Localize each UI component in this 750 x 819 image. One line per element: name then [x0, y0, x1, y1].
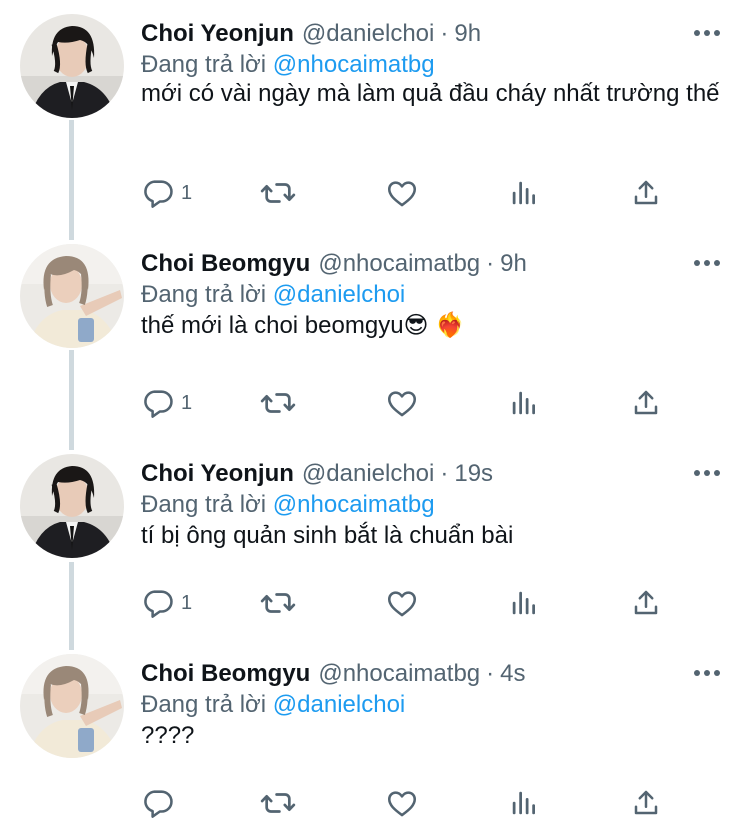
like-button[interactable] — [385, 176, 419, 210]
display-name[interactable]: Choi Beomgyu — [141, 250, 310, 278]
share-button[interactable] — [631, 386, 661, 420]
tweet-header: Choi Yeonjun @danielchoi · 19s — [141, 454, 493, 494]
avatar[interactable] — [20, 654, 124, 758]
tweet[interactable]: Choi Beomgyu @nhocaimatbg · 9h Đang trả … — [0, 244, 750, 434]
replying-prefix: Đang trả lời — [141, 691, 267, 718]
user-handle[interactable]: @danielchoi — [302, 20, 434, 48]
replying-prefix: Đang trả lời — [141, 51, 267, 78]
views-button[interactable] — [509, 586, 539, 620]
views-icon — [509, 388, 539, 418]
retweet-button[interactable] — [259, 786, 297, 819]
tweet[interactable]: Choi Yeonjun @danielchoi · 19s Đang trả … — [0, 454, 750, 644]
separator-dot: · — [486, 660, 495, 687]
views-button[interactable] — [509, 176, 539, 210]
replying-to: Đang trả lời @danielchoi — [141, 691, 405, 719]
reply-button[interactable] — [141, 786, 181, 819]
like-icon — [385, 176, 419, 210]
like-icon — [385, 786, 419, 819]
tweet-text: tí bị ông quản sinh bắt là chuẩn bài — [141, 522, 514, 549]
reply-count: 1 — [181, 181, 193, 204]
retweet-icon — [259, 586, 297, 620]
tweet[interactable]: Choi Beomgyu @nhocaimatbg · 4s Đang trả … — [0, 654, 750, 819]
reply-icon — [141, 586, 175, 620]
reply-icon — [141, 386, 175, 420]
share-icon — [631, 788, 661, 818]
separator-dot: · — [486, 250, 495, 277]
views-icon — [509, 178, 539, 208]
reply-count: 1 — [181, 591, 193, 614]
timestamp[interactable]: 9h — [454, 20, 481, 48]
tweet[interactable]: Choi Yeonjun @danielchoi · 9h Đang trả l… — [0, 14, 750, 208]
tweet-text: thế mới là choi beomgyu😎 ❤️‍🔥 — [141, 312, 466, 339]
replying-mention[interactable]: @nhocaimatbg — [273, 491, 435, 518]
display-name[interactable]: Choi Yeonjun — [141, 20, 294, 48]
user-handle[interactable]: @nhocaimatbg — [318, 250, 480, 278]
replying-mention[interactable]: @danielchoi — [273, 281, 405, 308]
display-name[interactable]: Choi Beomgyu — [141, 660, 310, 688]
retweet-icon — [259, 786, 297, 819]
reply-button[interactable]: 1 — [141, 176, 192, 210]
user-handle[interactable]: @nhocaimatbg — [318, 660, 480, 688]
tweet-text: mới có vài ngày mà làm quả đầu cháy nhất… — [141, 80, 720, 107]
share-icon — [631, 388, 661, 418]
replying-prefix: Đang trả lời — [141, 281, 267, 308]
avatar[interactable] — [20, 454, 124, 558]
share-button[interactable] — [631, 176, 661, 210]
share-icon — [631, 178, 661, 208]
retweet-icon — [259, 386, 297, 420]
tweet-actions: 1 — [141, 176, 661, 210]
reply-icon — [141, 786, 175, 819]
share-button[interactable] — [631, 786, 661, 819]
retweet-button[interactable] — [259, 386, 297, 420]
tweet-header: Choi Beomgyu @nhocaimatbg · 9h — [141, 244, 527, 284]
replying-to: Đang trả lời @danielchoi — [141, 281, 405, 309]
like-button[interactable] — [385, 586, 419, 620]
timestamp[interactable]: 9h — [500, 250, 527, 278]
views-icon — [509, 788, 539, 818]
separator-dot: · — [440, 20, 449, 47]
share-button[interactable] — [631, 586, 661, 620]
like-icon — [385, 586, 419, 620]
like-button[interactable] — [385, 786, 419, 819]
reply-button[interactable]: 1 — [141, 386, 192, 420]
avatar[interactable] — [20, 244, 124, 348]
user-handle[interactable]: @danielchoi — [302, 460, 434, 488]
replying-to: Đang trả lời @nhocaimatbg — [141, 491, 435, 519]
separator-dot: · — [440, 460, 449, 487]
retweet-icon — [259, 176, 297, 210]
tweet-text: ???? — [141, 722, 195, 749]
more-icon[interactable] — [694, 468, 720, 478]
replying-mention[interactable]: @danielchoi — [273, 691, 405, 718]
tweet-actions: 1 — [141, 386, 661, 420]
more-icon[interactable] — [694, 668, 720, 678]
tweet-header: Choi Yeonjun @danielchoi · 9h — [141, 14, 481, 54]
views-button[interactable] — [509, 786, 539, 819]
more-icon[interactable] — [694, 28, 720, 38]
avatar[interactable] — [20, 14, 124, 118]
retweet-button[interactable] — [259, 176, 297, 210]
timestamp[interactable]: 4s — [500, 660, 525, 688]
retweet-button[interactable] — [259, 586, 297, 620]
reply-count: 1 — [181, 391, 193, 414]
timestamp[interactable]: 19s — [454, 460, 493, 488]
tweet-actions — [141, 786, 661, 819]
like-button[interactable] — [385, 386, 419, 420]
views-button[interactable] — [509, 386, 539, 420]
display-name[interactable]: Choi Yeonjun — [141, 460, 294, 488]
replying-prefix: Đang trả lời — [141, 491, 267, 518]
tweet-actions: 1 — [141, 586, 661, 620]
like-icon — [385, 386, 419, 420]
views-icon — [509, 588, 539, 618]
replying-mention[interactable]: @nhocaimatbg — [273, 51, 435, 78]
share-icon — [631, 588, 661, 618]
more-icon[interactable] — [694, 258, 720, 268]
reply-button[interactable]: 1 — [141, 586, 192, 620]
replying-to: Đang trả lời @nhocaimatbg — [141, 51, 435, 79]
tweet-header: Choi Beomgyu @nhocaimatbg · 4s — [141, 654, 526, 694]
reply-icon — [141, 176, 175, 210]
